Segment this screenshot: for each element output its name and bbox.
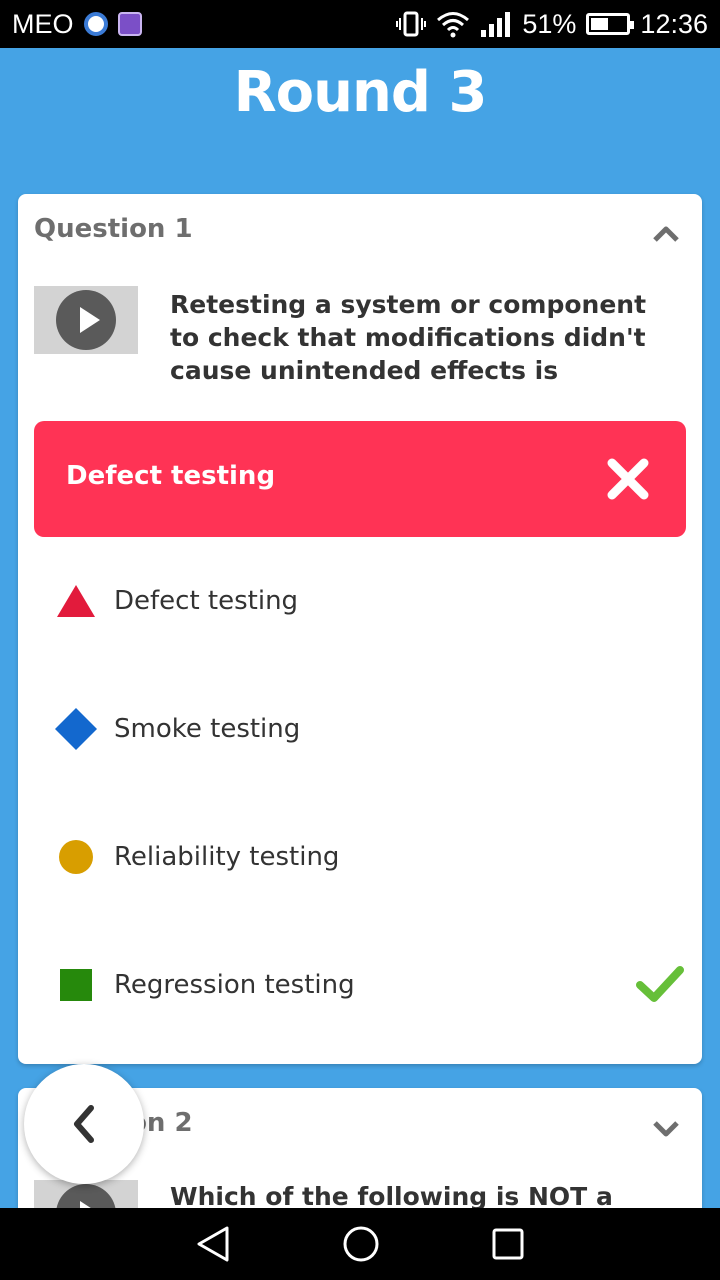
chevron-down-icon[interactable] — [652, 1114, 680, 1142]
recents-square-icon[interactable] — [491, 1227, 525, 1261]
play-icon[interactable] — [56, 290, 116, 350]
carrier-label: MEO — [12, 8, 74, 39]
question-label: Question 1 — [34, 214, 193, 244]
answer-option: Reliability testing — [54, 827, 684, 887]
question-text: Retesting a system or component to check… — [170, 290, 647, 385]
selected-answer-text: Defect testing — [66, 461, 276, 491]
back-triangle-icon[interactable] — [195, 1225, 231, 1263]
question-text: Which of the following is NOT a — [170, 1182, 613, 1211]
wifi-icon — [437, 12, 470, 38]
circle-icon — [54, 835, 98, 879]
system-nav-bar — [0, 1208, 720, 1280]
signal-icon — [481, 12, 511, 37]
clock: 12:36 — [640, 8, 708, 39]
app-notification-icon — [83, 12, 108, 36]
square-icon — [54, 963, 98, 1007]
option-label: Defect testing — [114, 586, 299, 616]
battery-icon — [586, 13, 635, 35]
checkmark-icon — [636, 966, 684, 1002]
battery-percent: 51% — [522, 8, 577, 39]
vibrate-icon — [396, 11, 427, 37]
status-bar: MEO 51% 12:36 — [0, 0, 720, 48]
question-media-thumbnail[interactable] — [34, 286, 138, 354]
answer-option: Defect testing — [54, 571, 684, 631]
home-circle-icon[interactable] — [342, 1225, 380, 1263]
answer-option: Smoke testing — [54, 699, 684, 759]
option-label: Regression testing — [114, 970, 355, 1000]
answer-option: Regression testing — [54, 955, 684, 1015]
close-icon — [607, 458, 649, 500]
round-title: Round 3 — [233, 60, 488, 125]
chevron-left-icon — [74, 1105, 94, 1143]
chevron-up-icon[interactable] — [652, 220, 680, 248]
selected-answer-banner: Defect testing — [34, 421, 686, 537]
option-label: Reliability testing — [114, 842, 340, 872]
triangle-icon — [54, 579, 98, 623]
diamond-icon — [54, 707, 98, 751]
back-button[interactable] — [24, 1064, 144, 1184]
option-label: Smoke testing — [114, 714, 301, 744]
gallery-notification-icon — [117, 12, 142, 36]
question-card: Question 1 Retesting a system or compone… — [18, 194, 702, 1064]
